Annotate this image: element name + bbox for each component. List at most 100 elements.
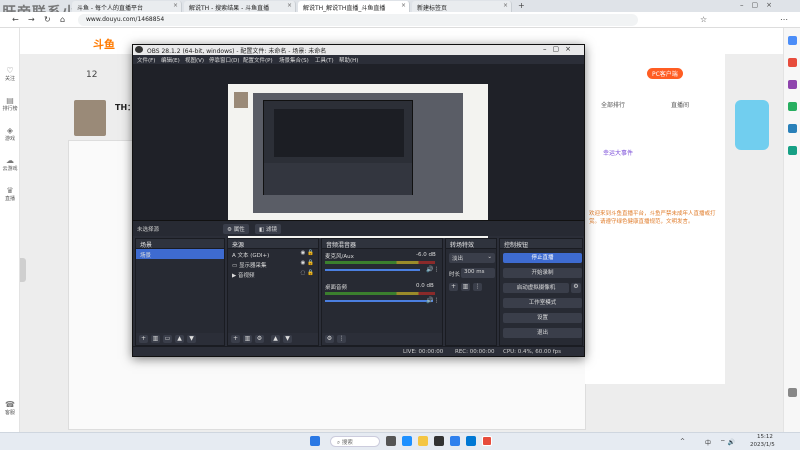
collapse-handle[interactable] <box>20 258 26 282</box>
scene-filter-button[interactable]: ▭ <box>163 335 172 343</box>
start-recording-button[interactable]: 开始录制 <box>503 268 582 278</box>
move-down-button[interactable]: ▼ <box>187 335 196 343</box>
sidebar-item-games[interactable]: ◈ 游戏 <box>0 126 20 142</box>
close-icon[interactable]: × <box>287 2 292 9</box>
browser-tab-4[interactable]: 新建标签页 × <box>412 1 512 12</box>
back-icon[interactable]: ← <box>12 15 19 24</box>
menu-tools[interactable]: 工具(T) <box>315 56 334 64</box>
explorer-icon[interactable] <box>418 436 428 446</box>
speaker-icon[interactable]: 🔊⋮ <box>426 266 439 273</box>
forward-icon[interactable]: → <box>28 15 35 24</box>
studio-mode-button[interactable]: 工作室模式 <box>503 298 582 308</box>
windows-start-icon[interactable] <box>310 436 320 446</box>
clock-time[interactable]: 15:12 <box>757 434 773 440</box>
browser-tab-1[interactable]: 斗鱼 - 每个人的直播平台 × <box>72 1 182 12</box>
obs-window-controls[interactable]: –▢× <box>543 45 577 53</box>
filters-button[interactable]: ◧ 滤镜 <box>255 224 281 234</box>
tray-chevron-icon[interactable]: ^ <box>680 438 685 445</box>
remove-transition-button[interactable]: ▥ <box>461 283 470 291</box>
terminal-icon[interactable] <box>434 436 444 446</box>
scene-item[interactable]: 场景 <box>136 249 224 259</box>
obs-preview[interactable] <box>133 64 584 238</box>
site-logo[interactable]: 斗鱼 <box>93 36 115 52</box>
mic-volume-slider[interactable] <box>325 269 420 271</box>
new-tab-icon[interactable]: + <box>518 1 525 10</box>
network-icon[interactable]: ⌔ 🔊 <box>720 438 735 446</box>
store-icon[interactable] <box>450 436 460 446</box>
add-source-button[interactable]: + <box>231 335 240 343</box>
edge-icon[interactable] <box>402 436 412 446</box>
eye-icon[interactable]: ◌ 🔒 <box>301 270 314 276</box>
browser-tab-2[interactable]: 解说TH - 搜索结果 - 斗鱼直播 × <box>184 1 296 12</box>
room-tab[interactable]: 直播间 <box>671 100 689 109</box>
streamer-avatar[interactable] <box>74 100 106 136</box>
app-icon[interactable] <box>788 102 797 111</box>
settings-icon[interactable] <box>788 388 797 397</box>
sidebar-item-service[interactable]: ☎ 客服 <box>0 400 20 416</box>
clock-date[interactable]: 2023/1/5 <box>750 442 775 448</box>
source-item[interactable]: ▭ 显示器采集 ◉ 🔒 <box>228 259 318 269</box>
add-scene-button[interactable]: + <box>139 335 148 343</box>
close-icon[interactable]: × <box>173 2 178 9</box>
app-icon[interactable] <box>788 146 797 155</box>
remove-scene-button[interactable]: ▥ <box>151 335 160 343</box>
obs-window[interactable]: OBS 28.1.2 (64-bit, windows) - 配置文件: 未命名… <box>132 44 585 357</box>
event-title[interactable]: 幸运大事件 <box>603 148 633 157</box>
speaker-icon[interactable]: 🔊⋮ <box>426 297 439 304</box>
rank-tab[interactable]: 全部排行 <box>601 100 625 109</box>
obs-taskbar-icon[interactable] <box>482 436 492 446</box>
menu-scene-collection[interactable]: 场景集合(S) <box>279 56 309 64</box>
promo-mascot[interactable] <box>735 100 769 150</box>
transition-menu-button[interactable]: ⋮ <box>473 283 482 291</box>
eye-icon[interactable]: ◉ 🔒 <box>301 260 314 266</box>
app-icon[interactable] <box>466 436 476 446</box>
taskbar-search[interactable]: ⌕ 搜索 <box>330 436 380 447</box>
close-icon[interactable]: × <box>503 2 508 9</box>
app-icon[interactable] <box>788 80 797 89</box>
sidebar-item-rank[interactable]: ▤ 排行榜 <box>0 96 20 112</box>
eye-icon[interactable]: ◉ 🔒 <box>301 250 314 256</box>
browser-tab-3[interactable]: 解说TH_解说TH直播_斗鱼直播 × <box>298 1 410 12</box>
language-indicator[interactable]: 中 <box>705 438 711 447</box>
menu-icon[interactable]: ⋯ <box>780 15 788 24</box>
refresh-icon[interactable]: ↻ <box>44 15 51 24</box>
move-down-button[interactable]: ▼ <box>283 335 292 343</box>
url-input[interactable]: www.douyu.com/1468854 <box>78 14 638 26</box>
menu-edit[interactable]: 编辑(E) <box>161 56 180 64</box>
menu-dock[interactable]: 停靠窗口(D) <box>209 56 240 64</box>
properties-button[interactable]: ⚙ 属性 <box>223 224 249 234</box>
search-icon[interactable] <box>788 36 797 45</box>
app-icon[interactable] <box>788 124 797 133</box>
sidebar-item-live[interactable]: ♛ 直播 <box>0 186 20 202</box>
sidebar-item-follow[interactable]: ♡ 关注 <box>0 66 20 82</box>
transition-select[interactable]: 淡出 ⌄ <box>449 253 495 263</box>
remove-source-button[interactable]: ▥ <box>243 335 252 343</box>
duration-input[interactable]: 300 ms <box>461 268 495 278</box>
window-controls[interactable]: –▢× <box>740 1 780 9</box>
sidebar-item-cloud-games[interactable]: ☁ 云游戏 <box>0 156 20 172</box>
stop-streaming-button[interactable]: 停止直播 <box>503 253 582 263</box>
menu-profile[interactable]: 配置文件(P) <box>243 56 273 64</box>
exit-button[interactable]: 退出 <box>503 328 582 338</box>
menu-file[interactable]: 文件(F) <box>137 56 155 64</box>
menu-view[interactable]: 视图(V) <box>185 56 204 64</box>
gear-icon[interactable]: ⚙ <box>571 283 581 293</box>
collection-icon[interactable] <box>788 58 797 67</box>
source-item[interactable]: A 文本 (GDI+) ◉ 🔒 <box>228 249 318 259</box>
add-transition-button[interactable]: + <box>449 283 458 291</box>
settings-button[interactable]: 设置 <box>503 313 582 323</box>
menu-help[interactable]: 帮助(H) <box>339 56 358 64</box>
desktop-volume-slider[interactable] <box>325 300 433 302</box>
home-icon[interactable]: ⌂ <box>60 15 65 24</box>
mixer-settings-button[interactable]: ⚙ <box>325 335 334 343</box>
source-item[interactable]: ▶ 音视频 ◌ 🔒 <box>228 269 318 279</box>
move-up-button[interactable]: ▲ <box>175 335 184 343</box>
task-view-icon[interactable] <box>386 436 396 446</box>
source-settings-button[interactable]: ⚙ <box>255 335 264 343</box>
move-up-button[interactable]: ▲ <box>271 335 280 343</box>
pc-client-badge[interactable]: PC客户端 <box>647 68 683 79</box>
virtual-camera-button[interactable]: 启动虚拟摄像机 <box>503 283 569 293</box>
mixer-menu-button[interactable]: ⋮ <box>337 335 346 343</box>
extensions-icon[interactable]: ☆ <box>700 15 707 24</box>
close-icon[interactable]: × <box>401 2 406 9</box>
